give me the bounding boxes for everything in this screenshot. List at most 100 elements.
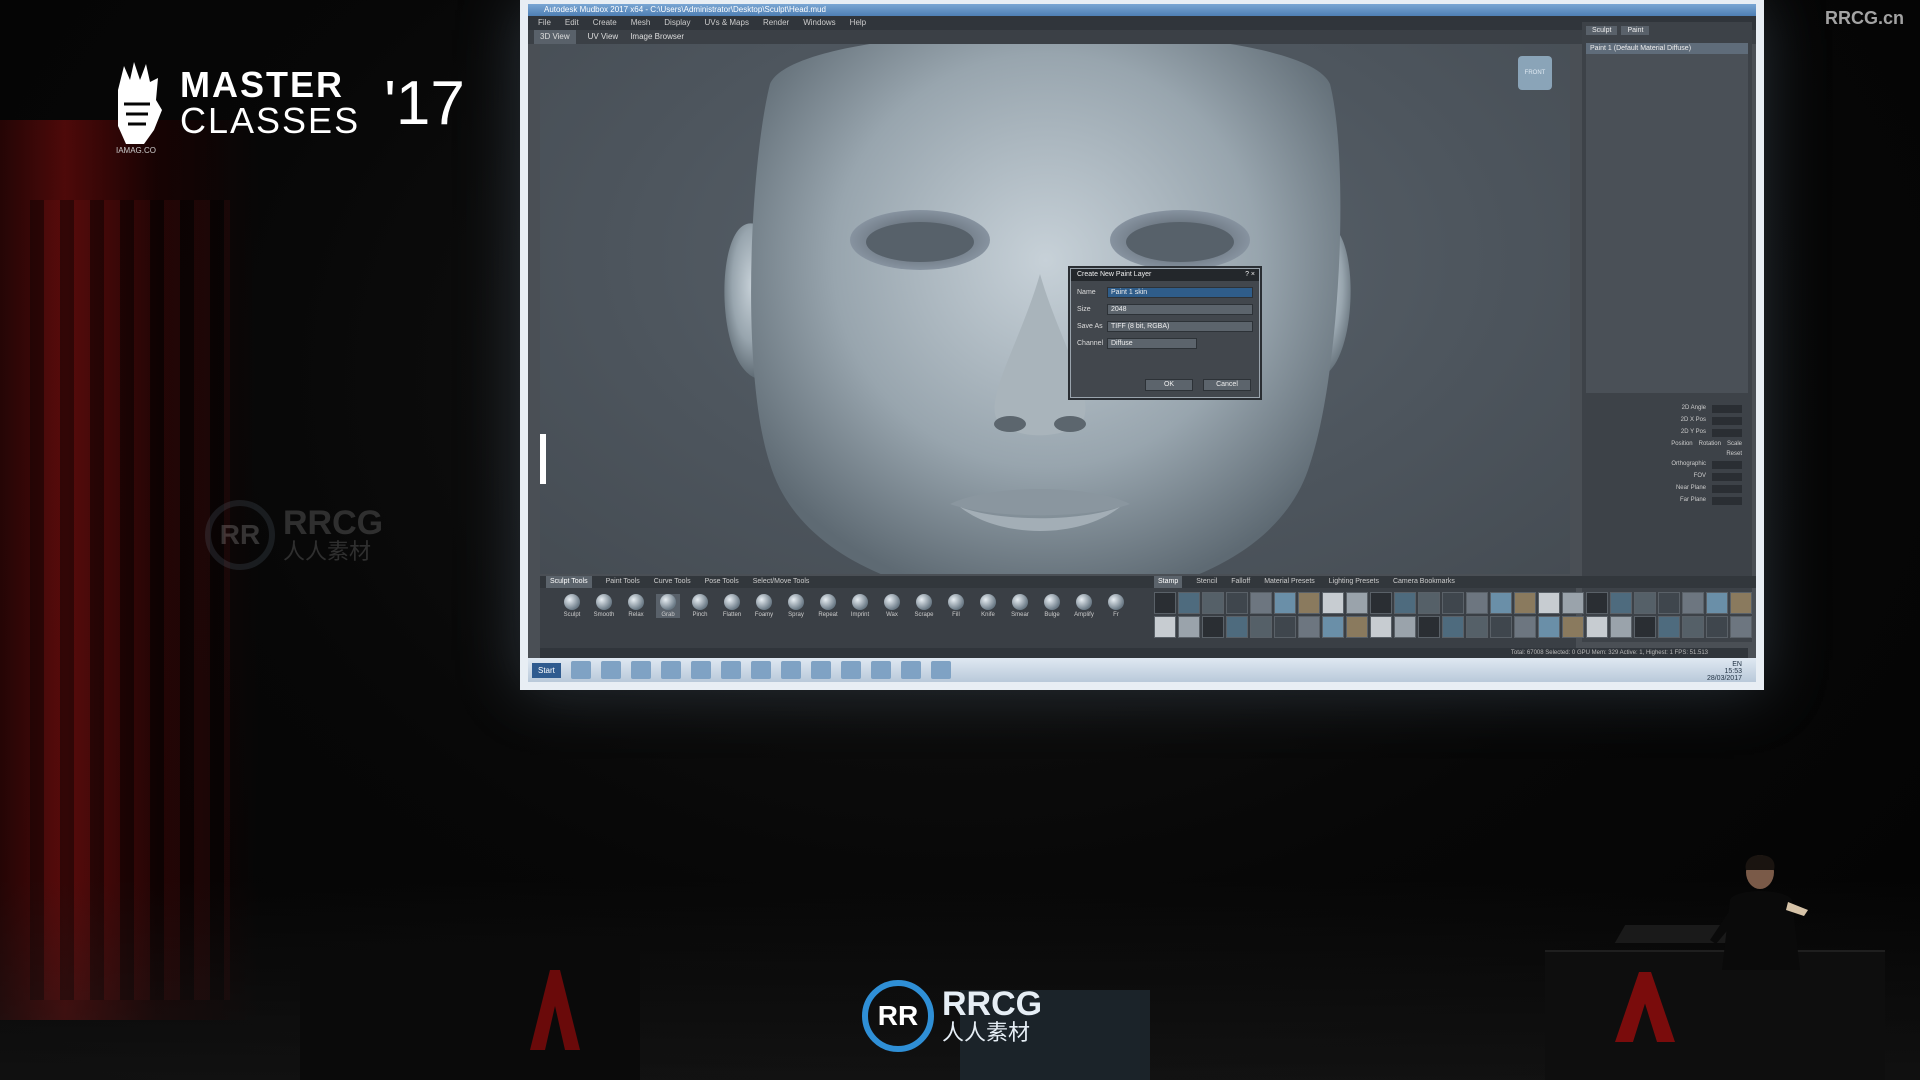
tool-smear[interactable]: Smear xyxy=(1008,594,1032,618)
taskbar-app-icon[interactable] xyxy=(870,661,891,679)
tab-sculpt[interactable]: Sculpt xyxy=(1586,26,1618,35)
prop-value[interactable] xyxy=(1712,405,1742,413)
tool-freeze[interactable]: Fr xyxy=(1104,594,1128,618)
tool-wax[interactable]: Wax xyxy=(880,594,904,618)
taskbar-app-icon[interactable] xyxy=(780,661,801,679)
tab-sculpt-tools[interactable]: Sculpt Tools xyxy=(546,576,592,588)
stamp-thumbnail[interactable] xyxy=(1730,616,1752,638)
taskbar-app-icon[interactable] xyxy=(930,661,951,679)
stamp-thumbnail[interactable] xyxy=(1298,592,1320,614)
stamp-thumbnail[interactable] xyxy=(1370,616,1392,638)
stamp-thumbnail[interactable] xyxy=(1418,616,1440,638)
layer-item[interactable]: Paint 1 (Default Material Diffuse) xyxy=(1586,43,1748,54)
taskbar-clock[interactable]: EN 15:53 28/03/2017 xyxy=(1707,661,1742,682)
menu-mesh[interactable]: Mesh xyxy=(631,16,651,30)
menu-help[interactable]: Help xyxy=(850,16,866,30)
prop-value[interactable] xyxy=(1712,497,1742,505)
taskbar-app-icon[interactable] xyxy=(750,661,771,679)
reset-button[interactable]: Reset xyxy=(1726,451,1742,457)
stamp-thumbnail[interactable] xyxy=(1514,616,1536,638)
stamp-thumbnail[interactable] xyxy=(1610,616,1632,638)
position-checkbox[interactable]: Position xyxy=(1671,441,1692,447)
stamp-thumbnail[interactable] xyxy=(1634,616,1656,638)
prop-value[interactable] xyxy=(1712,417,1742,425)
rotation-checkbox[interactable]: Rotation xyxy=(1699,441,1721,447)
saveas-select[interactable]: TIFF (8 bit, RGBA) xyxy=(1107,321,1253,332)
stamp-thumbnail[interactable] xyxy=(1658,592,1680,614)
stamp-thumbnail[interactable] xyxy=(1562,592,1584,614)
tab-camera-bookmarks[interactable]: Camera Bookmarks xyxy=(1393,576,1455,588)
stamp-thumbnail[interactable] xyxy=(1538,616,1560,638)
stamp-thumbnail[interactable] xyxy=(1322,616,1344,638)
menu-windows[interactable]: Windows xyxy=(803,16,835,30)
stamp-thumbnail[interactable] xyxy=(1274,592,1296,614)
stamp-thumbnail[interactable] xyxy=(1394,592,1416,614)
stamp-thumbnail[interactable] xyxy=(1442,616,1464,638)
stamp-thumbnail[interactable] xyxy=(1610,592,1632,614)
tab-3d-view[interactable]: 3D View xyxy=(534,30,576,44)
tool-grab[interactable]: Grab xyxy=(656,594,680,618)
tool-smooth[interactable]: Smooth xyxy=(592,594,616,618)
name-input[interactable]: Paint 1 skin xyxy=(1107,287,1253,298)
stamp-thumbnail[interactable] xyxy=(1346,592,1368,614)
tab-curve-tools[interactable]: Curve Tools xyxy=(654,576,691,588)
stamp-thumbnail[interactable] xyxy=(1250,592,1272,614)
viewport-scroll-indicator[interactable] xyxy=(540,434,546,484)
stamp-thumbnail[interactable] xyxy=(1346,616,1368,638)
tool-imprint[interactable]: Imprint xyxy=(848,594,872,618)
stamp-thumbnail[interactable] xyxy=(1514,592,1536,614)
stamp-thumbnail[interactable] xyxy=(1730,592,1752,614)
menu-file[interactable]: File xyxy=(538,16,551,30)
tab-material-presets[interactable]: Material Presets xyxy=(1264,576,1315,588)
taskbar-app-icon[interactable] xyxy=(810,661,831,679)
tab-stamp[interactable]: Stamp xyxy=(1154,576,1183,588)
scale-checkbox[interactable]: Scale xyxy=(1727,441,1742,447)
stamp-thumbnail[interactable] xyxy=(1154,616,1176,638)
stamp-thumbnail[interactable] xyxy=(1706,592,1728,614)
tool-fill[interactable]: Fill xyxy=(944,594,968,618)
menu-display[interactable]: Display xyxy=(664,16,690,30)
stamp-thumbnail[interactable] xyxy=(1154,592,1176,614)
tool-foamy[interactable]: Foamy xyxy=(752,594,776,618)
close-icon[interactable]: ? × xyxy=(1245,269,1255,281)
stamp-thumbnail[interactable] xyxy=(1418,592,1440,614)
tab-select-move-tools[interactable]: Select/Move Tools xyxy=(753,576,810,588)
tool-amplify[interactable]: Amplify xyxy=(1072,594,1096,618)
ok-button[interactable]: OK xyxy=(1145,379,1193,391)
stamp-thumbnail[interactable] xyxy=(1586,616,1608,638)
tab-lighting-presets[interactable]: Lighting Presets xyxy=(1329,576,1379,588)
stamp-thumbnail[interactable] xyxy=(1178,592,1200,614)
tab-image-browser[interactable]: Image Browser xyxy=(630,30,684,44)
lang-indicator[interactable]: EN xyxy=(1732,661,1742,668)
stamp-thumbnail[interactable] xyxy=(1394,616,1416,638)
taskbar-app-icon[interactable] xyxy=(720,661,741,679)
tab-falloff[interactable]: Falloff xyxy=(1231,576,1250,588)
stamp-thumbnail[interactable] xyxy=(1442,592,1464,614)
taskbar-app-icon[interactable] xyxy=(840,661,861,679)
stamp-thumbnail[interactable] xyxy=(1682,592,1704,614)
tab-pose-tools[interactable]: Pose Tools xyxy=(705,576,739,588)
stamp-thumbnail[interactable] xyxy=(1178,616,1200,638)
stamp-thumbnail[interactable] xyxy=(1298,616,1320,638)
channel-select[interactable]: Diffuse xyxy=(1107,338,1197,349)
prop-value[interactable] xyxy=(1712,473,1742,481)
tab-paint-tools[interactable]: Paint Tools xyxy=(606,576,640,588)
tool-bulge[interactable]: Bulge xyxy=(1040,594,1064,618)
stamp-thumbnail[interactable] xyxy=(1586,592,1608,614)
tab-uv-view[interactable]: UV View xyxy=(588,30,619,44)
tool-scrape[interactable]: Scrape xyxy=(912,594,936,618)
tool-knife[interactable]: Knife xyxy=(976,594,1000,618)
tool-sculpt[interactable]: Sculpt xyxy=(560,594,584,618)
taskbar-app-icon[interactable] xyxy=(630,661,651,679)
stamp-thumbnail[interactable] xyxy=(1490,592,1512,614)
stamp-thumbnail[interactable] xyxy=(1250,616,1272,638)
stamp-thumbnail[interactable] xyxy=(1682,616,1704,638)
tab-stencil[interactable]: Stencil xyxy=(1196,576,1217,588)
stamp-thumbnail[interactable] xyxy=(1706,616,1728,638)
stamp-thumbnail[interactable] xyxy=(1466,592,1488,614)
taskbar-app-icon[interactable] xyxy=(660,661,681,679)
taskbar-app-icon[interactable] xyxy=(600,661,621,679)
stamp-thumbnail[interactable] xyxy=(1634,592,1656,614)
stamp-thumbnail[interactable] xyxy=(1274,616,1296,638)
stamp-thumbnail[interactable] xyxy=(1202,616,1224,638)
